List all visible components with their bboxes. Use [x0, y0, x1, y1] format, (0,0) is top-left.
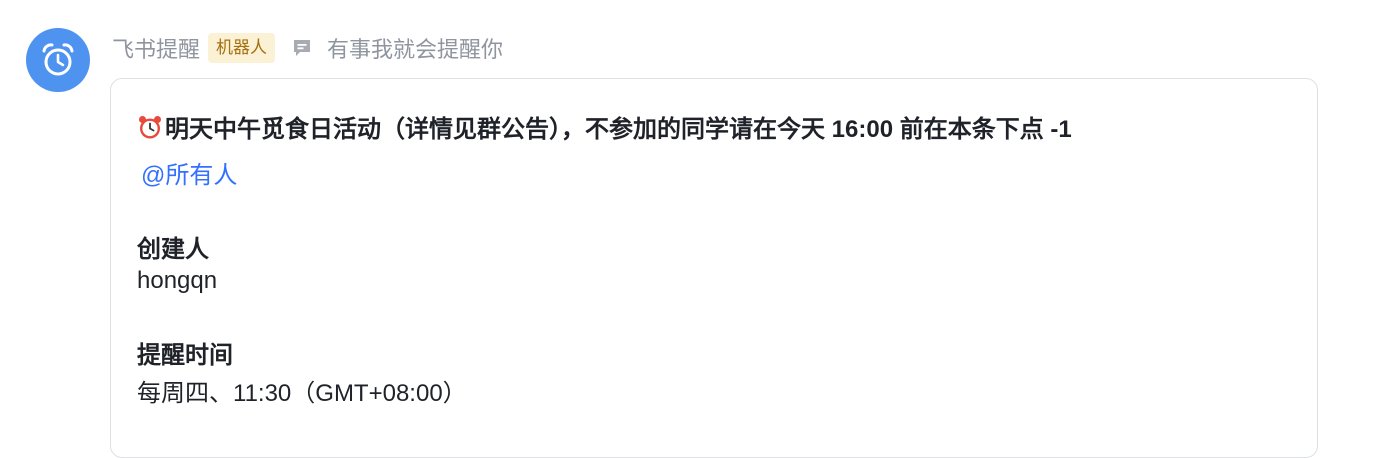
message-title-line: 明天中午觅食日活动（详情见群公告），不参加的同学请在今天 16:00 前在本条下…: [137, 109, 1072, 144]
sender-name[interactable]: 飞书提醒: [112, 32, 200, 64]
avatar[interactable]: [26, 28, 90, 92]
message-card: 明天中午觅食日活动（详情见群公告），不参加的同学请在今天 16:00 前在本条下…: [110, 78, 1318, 458]
remind-time-value: 每周四、11:30（GMT+08:00）: [137, 380, 467, 407]
creator-value: hongqn: [137, 267, 218, 294]
signature-icon: [291, 37, 313, 59]
sender-signature: 有事我就会提醒你: [327, 37, 504, 62]
message-header: 飞书提醒 机器人 有事我就会提醒你: [112, 33, 503, 63]
bot-badge: 机器人: [208, 33, 276, 63]
alarm-clock-emoji-icon: [137, 114, 163, 140]
mention-all-link[interactable]: @所有人: [141, 155, 237, 190]
message-title: 明天中午觅食日活动（详情见群公告），不参加的同学请在今天 16:00 前在本条下…: [165, 116, 1072, 143]
remind-time-label: 提醒时间: [137, 342, 233, 369]
alarm-clock-icon: [42, 43, 74, 76]
creator-label: 创建人: [137, 236, 209, 263]
